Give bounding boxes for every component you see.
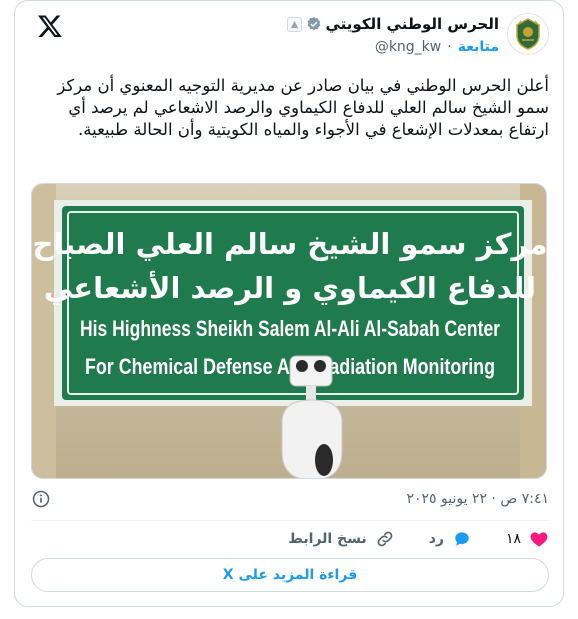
tweet-card: الحرس الوطني الكويتي متابعة · @kng_kw أع… xyxy=(14,0,564,607)
tweet-timestamp[interactable]: ٧:٤١ ص · ٢٢ يونيو ٢٠٢٥ xyxy=(406,491,549,507)
copy-link-label: نسخ الرابط xyxy=(288,531,367,547)
reply-button[interactable]: رد xyxy=(429,529,472,549)
separator-dot: · xyxy=(447,39,452,55)
copy-link-button[interactable]: نسخ الرابط xyxy=(288,529,394,549)
account-handle[interactable]: @kng_kw xyxy=(375,39,441,55)
x-logo-icon[interactable] xyxy=(37,13,63,39)
display-name[interactable]: الحرس الوطني الكويتي xyxy=(326,15,500,33)
handle-row: متابعة · @kng_kw xyxy=(375,39,499,55)
info-icon[interactable] xyxy=(31,489,51,509)
link-icon xyxy=(377,531,393,547)
read-more-on-x-button[interactable]: قراءة المزيد على X xyxy=(31,558,549,592)
divider xyxy=(31,520,549,521)
like-button[interactable]: ١٨ xyxy=(506,529,549,549)
timestamp-row: ٧:٤١ ص · ٢٢ يونيو ٢٠٢٥ xyxy=(31,487,549,511)
action-bar: ١٨ رد نسخ الرابط xyxy=(31,527,549,551)
reply-bubble-icon xyxy=(455,532,469,546)
reply-label: رد xyxy=(428,531,444,547)
affiliation-badge-icon xyxy=(286,16,302,32)
tweet-text: أعلن الحرس الوطني في بيان صادر عن مديرية… xyxy=(57,76,549,139)
sign-arabic-line1: مركز سمو الشيخ سالم العلي الصباح xyxy=(32,227,547,261)
sign-arabic-line2: للدفاع الكيماوي و الرصد الأشعاعي xyxy=(44,270,536,305)
account-name-row: الحرس الوطني الكويتي xyxy=(286,15,500,33)
kuwait-national-guard-emblem-icon xyxy=(516,18,540,50)
avatar[interactable] xyxy=(507,13,549,55)
follow-button[interactable]: متابعة xyxy=(458,39,499,55)
tweet-media-image[interactable]: مركز سمو الشيخ سالم العلي الصباح للدفاع … xyxy=(31,183,547,479)
verified-badge-icon xyxy=(307,17,320,31)
heart-icon xyxy=(530,532,548,547)
like-count: ١٨ xyxy=(505,531,521,547)
sign-english-line1: His Highness Sheikh Salem Al-Ali Al-Saba… xyxy=(80,316,500,341)
